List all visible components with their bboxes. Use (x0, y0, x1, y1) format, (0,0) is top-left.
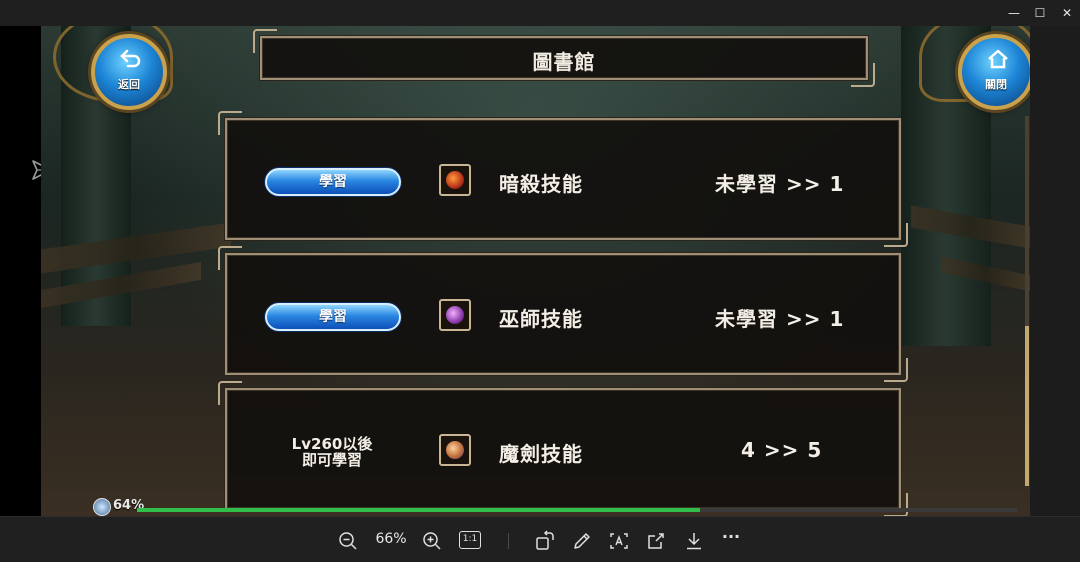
exp-bar-fill (137, 508, 701, 512)
exp-orb-icon (93, 498, 111, 516)
minimize-button[interactable]: — (1002, 3, 1026, 23)
title-panel: 圖書館 (253, 29, 875, 87)
level-requirement-line2: 即可學習 (301, 451, 362, 469)
zoom-in-icon[interactable] (421, 530, 443, 552)
exp-bar (137, 508, 1017, 512)
page-title: 圖書館 (532, 50, 596, 74)
close-window-button[interactable]: ✕ (1055, 3, 1079, 23)
text-recognition-icon[interactable] (608, 530, 630, 552)
skill-progress: 4 >> 5 (741, 438, 823, 462)
list-scrollbar-thumb[interactable] (1025, 326, 1029, 486)
skill-name: 暗殺技能 (499, 172, 583, 196)
back-button-label: 返回 (118, 78, 140, 91)
skill-progress: 未學習 >> 1 (715, 307, 845, 331)
assassin-skill-icon (439, 164, 471, 196)
actual-size-button[interactable]: 1:1 (459, 531, 481, 549)
download-icon[interactable] (683, 530, 705, 552)
back-button[interactable]: 返回 (91, 34, 167, 110)
window-titlebar: — ☐ ✕ (0, 0, 1080, 26)
zoom-level: 66% (375, 531, 407, 547)
skill-row: 學習 巫師技能 未學習 >> 1 (218, 246, 908, 382)
zoom-out-icon[interactable] (337, 530, 359, 552)
skill-row: Lv260以後 即可學習 魔劍技能 4 >> 5 (218, 381, 908, 516)
toolbar-separator (508, 533, 509, 549)
learn-button[interactable]: 學習 (265, 303, 401, 331)
maximize-button[interactable]: ☐ (1028, 3, 1052, 23)
return-arrow-icon (120, 49, 141, 68)
close-button-label: 關閉 (985, 78, 1007, 91)
more-options-button[interactable]: ··· (720, 527, 742, 549)
viewer-toolbar: 66% 1:1 ··· (0, 516, 1080, 562)
close-button[interactable]: 關閉 (958, 34, 1030, 110)
wizard-skill-icon (439, 299, 471, 331)
rotate-icon[interactable] (534, 530, 556, 552)
skill-progress: 未學習 >> 1 (715, 172, 845, 196)
skill-name: 魔劍技能 (499, 442, 583, 466)
home-icon (988, 49, 1008, 69)
left-margin (0, 26, 41, 516)
skill-name: 巫師技能 (499, 307, 583, 331)
level-requirement-line1: Lv260以後 (291, 435, 373, 453)
edit-pencil-icon[interactable] (571, 530, 593, 552)
magic-sword-skill-icon (439, 434, 471, 466)
learn-button[interactable]: 學習 (265, 168, 401, 196)
exp-status-bar: 64% (41, 498, 1030, 516)
skill-row: 學習 暗殺技能 未學習 >> 1 (218, 111, 908, 247)
game-screen: 返回 關閉 圖書館 學習 暗殺技能 未學習 >> 1 學習 巫師技能 未學習 >… (41, 26, 1030, 516)
level-requirement: Lv260以後 即可學習 (257, 436, 407, 468)
share-icon[interactable] (645, 530, 667, 552)
